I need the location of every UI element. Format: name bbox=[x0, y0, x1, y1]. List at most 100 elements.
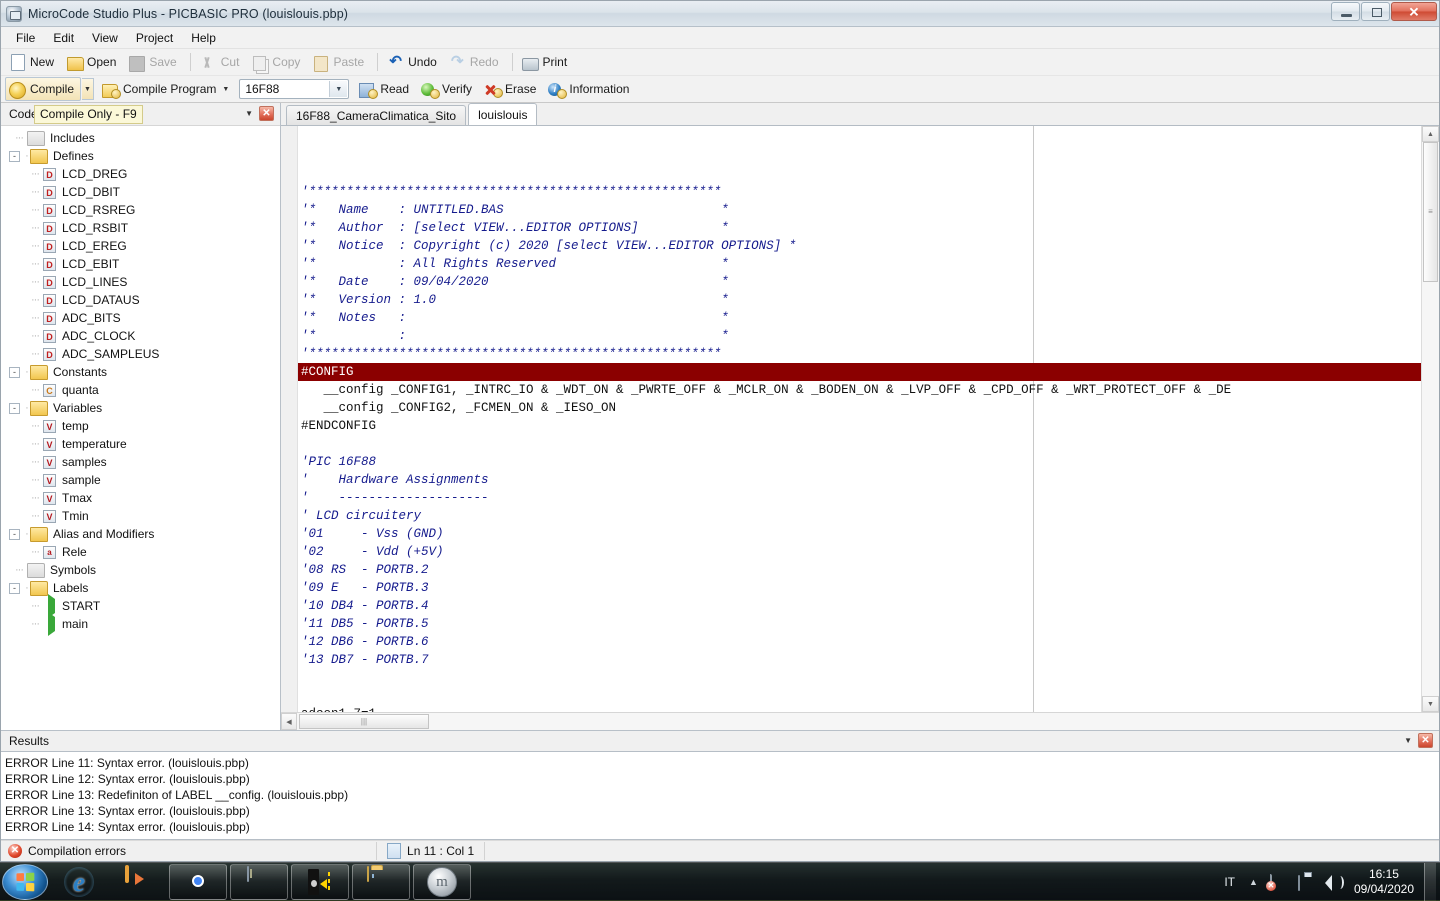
taskbar-mumble[interactable]: m bbox=[413, 864, 471, 900]
code-line[interactable]: '* : * bbox=[298, 327, 1421, 345]
taskbar-media-player[interactable] bbox=[110, 865, 166, 899]
tree-node-start[interactable]: ···START bbox=[1, 597, 280, 615]
code-line[interactable]: '* Notes : * bbox=[298, 309, 1421, 327]
code-line[interactable]: '***************************************… bbox=[298, 345, 1421, 363]
device-select[interactable]: 16F88 ▼ bbox=[239, 79, 349, 99]
tree-node-main[interactable]: ···main bbox=[1, 615, 280, 633]
result-line[interactable]: ERROR Line 12: Syntax error. (louislouis… bbox=[5, 771, 1439, 787]
horizontal-scroll-track[interactable]: ||| bbox=[297, 713, 1439, 730]
print-button[interactable]: Print bbox=[518, 50, 575, 74]
code-line[interactable]: '08 RS - PORTB.2 bbox=[298, 561, 1421, 579]
tree-expander[interactable]: - bbox=[9, 367, 20, 378]
chevron-down-icon[interactable]: ▼ bbox=[329, 81, 347, 97]
code-line[interactable]: '* Version : 1.0 * bbox=[298, 291, 1421, 309]
code-line[interactable]: '09 E - PORTB.3 bbox=[298, 579, 1421, 597]
editor-tab-16f88-cameraclimatica-sito[interactable]: 16F88_CameraClimatica_Sito bbox=[286, 105, 466, 125]
result-line[interactable]: ERROR Line 11: Syntax error. (louislouis… bbox=[5, 755, 1439, 771]
tree-node-samples[interactable]: ···Vsamples bbox=[1, 453, 280, 471]
tree-node-lcd-lines[interactable]: ···DLCD_LINES bbox=[1, 273, 280, 291]
menu-edit[interactable]: Edit bbox=[44, 29, 83, 47]
tree-node-quanta[interactable]: ···Cquanta bbox=[1, 381, 280, 399]
code-line[interactable]: '13 DB7 - PORTB.7 bbox=[298, 651, 1421, 669]
code-explorer-tree[interactable]: ···Includes-·Defines···DLCD_DREG···DLCD_… bbox=[1, 126, 280, 730]
results-list[interactable]: ERROR Line 11: Syntax error. (louislouis… bbox=[1, 751, 1439, 840]
verify-button[interactable]: Verify bbox=[417, 77, 479, 101]
code-line[interactable]: '***************************************… bbox=[298, 183, 1421, 201]
new-button[interactable]: New bbox=[5, 50, 61, 74]
tree-node-sample[interactable]: ···Vsample bbox=[1, 471, 280, 489]
tree-node-rele[interactable]: ···aRele bbox=[1, 543, 280, 561]
tree-expander[interactable]: - bbox=[9, 151, 20, 162]
code-line[interactable]: '02 - Vdd (+5V) bbox=[298, 543, 1421, 561]
code-line[interactable]: ' Hardware Assignments bbox=[298, 471, 1421, 489]
code-text[interactable]: '***************************************… bbox=[298, 126, 1421, 712]
vertical-scroll-thumb[interactable]: ≡ bbox=[1423, 142, 1438, 282]
code-line[interactable]: __config _CONFIG1, _INTRC_IO & _WDT_ON &… bbox=[298, 381, 1421, 399]
show-hidden-icons-button[interactable]: ▲ bbox=[1249, 877, 1258, 887]
tree-node-lcd-rsbit[interactable]: ···DLCD_RSBIT bbox=[1, 219, 280, 237]
tree-node-lcd-rsreg[interactable]: ···DLCD_RSREG bbox=[1, 201, 280, 219]
tree-node-lcd-dataus[interactable]: ···DLCD_DATAUS bbox=[1, 291, 280, 309]
action-center-icon[interactable] bbox=[1298, 874, 1315, 891]
code-line[interactable]: #CONFIG bbox=[298, 363, 1421, 381]
tree-expander[interactable]: - bbox=[9, 583, 20, 594]
editor-horizontal-scrollbar[interactable]: ◀ ||| bbox=[281, 712, 1439, 730]
tree-node-lcd-dbit[interactable]: ···DLCD_DBIT bbox=[1, 183, 280, 201]
minimize-button[interactable] bbox=[1331, 2, 1360, 21]
code-line[interactable]: '* Date : 09/04/2020 * bbox=[298, 273, 1421, 291]
code-line[interactable]: #ENDCONFIG bbox=[298, 417, 1421, 435]
open-button[interactable]: Open bbox=[62, 50, 123, 74]
volume-icon[interactable] bbox=[1326, 874, 1343, 891]
paste-button[interactable]: Paste bbox=[308, 50, 371, 74]
vertical-scroll-track[interactable]: ≡ bbox=[1422, 142, 1439, 696]
close-button[interactable]: ✕ bbox=[1391, 2, 1437, 21]
code-line[interactable]: '10 DB4 - PORTB.4 bbox=[298, 597, 1421, 615]
network-icon[interactable]: ✕ bbox=[1270, 874, 1287, 891]
tree-node-lcd-ereg[interactable]: ···DLCD_EREG bbox=[1, 237, 280, 255]
editor-vertical-scrollbar[interactable]: ▲ ≡ ▼ bbox=[1421, 126, 1439, 712]
tree-node-constants[interactable]: -·Constants bbox=[1, 363, 280, 381]
undo-button[interactable]: ↶ Undo bbox=[383, 50, 444, 74]
horizontal-scroll-thumb[interactable]: ||| bbox=[299, 714, 429, 729]
taskbar-chrome[interactable] bbox=[169, 864, 227, 900]
close-code-panel-button[interactable]: ✕ bbox=[259, 106, 274, 121]
code-line[interactable] bbox=[298, 435, 1421, 453]
editor-tab-louislouis[interactable]: louislouis bbox=[468, 103, 537, 125]
scroll-left-button[interactable]: ◀ bbox=[281, 713, 297, 730]
tree-node-temperature[interactable]: ···Vtemperature bbox=[1, 435, 280, 453]
code-line[interactable]: '* Notice : Copyright (c) 2020 [select V… bbox=[298, 237, 1421, 255]
menu-file[interactable]: File bbox=[7, 29, 44, 47]
menu-project[interactable]: Project bbox=[127, 29, 182, 47]
code-line[interactable]: ' LCD circuitery bbox=[298, 507, 1421, 525]
tree-node-symbols[interactable]: ···Symbols bbox=[1, 561, 280, 579]
menu-help[interactable]: Help bbox=[182, 29, 225, 47]
code-line[interactable]: '* Author : [select VIEW...EDITOR OPTION… bbox=[298, 219, 1421, 237]
show-desktop-button[interactable] bbox=[1424, 863, 1436, 901]
menu-view[interactable]: View bbox=[83, 29, 127, 47]
scroll-up-button[interactable]: ▲ bbox=[1422, 126, 1439, 142]
cut-button[interactable]: Cut bbox=[196, 50, 247, 74]
code-line[interactable]: ' -------------------- bbox=[298, 489, 1421, 507]
code-line[interactable] bbox=[298, 669, 1421, 687]
read-button[interactable]: Read bbox=[355, 77, 416, 101]
scroll-down-button[interactable]: ▼ bbox=[1422, 696, 1439, 712]
code-line[interactable]: '12 DB6 - PORTB.6 bbox=[298, 633, 1421, 651]
chevron-down-icon[interactable]: ▼ bbox=[245, 109, 253, 118]
tree-node-alias-and-modifiers[interactable]: -·Alias and Modifiers bbox=[1, 525, 280, 543]
tree-node-tmin[interactable]: ···VTmin bbox=[1, 507, 280, 525]
taskbar-internet-explorer[interactable]: e bbox=[51, 865, 107, 899]
tree-node-variables[interactable]: -·Variables bbox=[1, 399, 280, 417]
tree-node-defines[interactable]: -·Defines bbox=[1, 147, 280, 165]
clock[interactable]: 16:15 09/04/2020 bbox=[1354, 867, 1414, 897]
language-indicator[interactable]: IT bbox=[1224, 875, 1235, 889]
compile-button[interactable]: Compile bbox=[5, 77, 81, 101]
tree-node-adc-clock[interactable]: ···DADC_CLOCK bbox=[1, 327, 280, 345]
result-line[interactable]: ERROR Line 14: Syntax error. (louislouis… bbox=[5, 819, 1439, 835]
taskbar-explorer[interactable] bbox=[352, 864, 410, 900]
result-line[interactable]: ERROR Line 13: Redefiniton of LABEL __co… bbox=[5, 787, 1439, 803]
code-line[interactable]: '11 DB5 - PORTB.5 bbox=[298, 615, 1421, 633]
save-button[interactable]: Save bbox=[124, 50, 183, 74]
tree-expander[interactable]: - bbox=[9, 403, 20, 414]
tree-node-tmax[interactable]: ···VTmax bbox=[1, 489, 280, 507]
chevron-down-icon[interactable]: ▼ bbox=[1404, 736, 1412, 745]
